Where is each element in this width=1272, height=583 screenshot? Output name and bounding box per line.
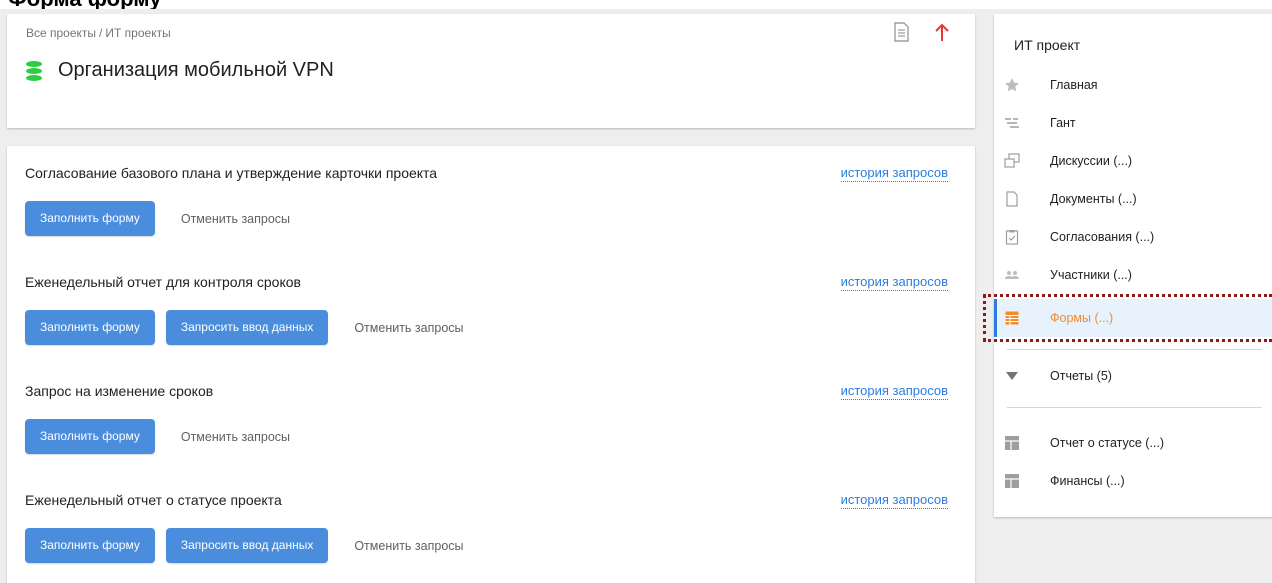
star-icon [1004, 77, 1020, 93]
sidebar-item-label: Отчеты (5) [1050, 369, 1112, 383]
history-link[interactable]: история запросов [840, 492, 948, 509]
sidebar-item-status-report[interactable]: Отчет о статусе (...) [994, 424, 1272, 462]
sidebar-item-approvals[interactable]: Согласования (...) [994, 218, 1272, 256]
breadcrumb-current[interactable]: ИТ проекты [105, 26, 170, 40]
project-header-card: Все проекты / ИТ проекты Организация мобил… [7, 14, 975, 128]
document-export-icon[interactable] [893, 22, 911, 42]
sidebar-title: ИТ проект [1014, 37, 1081, 53]
discussions-icon [1004, 153, 1020, 169]
sidebar-item-main[interactable]: Главная [994, 66, 1272, 104]
sidebar-item-label: Формы (...) [1050, 311, 1114, 325]
form-actions: Заполнить форму Запросить ввод данных От… [25, 528, 464, 563]
sidebar-item-finance[interactable]: Финансы (...) [994, 462, 1272, 500]
form-actions: Заполнить форму Запросить ввод данных От… [25, 310, 464, 345]
request-data-button[interactable]: Запросить ввод данных [165, 528, 329, 563]
form-title: Запрос на изменение сроков [25, 383, 214, 399]
sidebar-item-reports[interactable]: Отчеты (5) [994, 357, 1272, 395]
breadcrumb: Все проекты / ИТ проекты [26, 26, 171, 40]
people-icon [1004, 267, 1020, 283]
document-icon [1004, 191, 1020, 207]
sidebar-item-label: Главная [1050, 78, 1098, 92]
sidebar-divider [1007, 407, 1262, 408]
forms-list-card: Согласование базового плана и утверждени… [7, 146, 975, 583]
fill-form-button[interactable]: Заполнить форму [25, 201, 155, 236]
sidebar-item-label: Согласования (...) [1050, 230, 1155, 244]
project-sidebar: ИТ проект Главная Гант Дискуссии (...) Д… [994, 14, 1272, 517]
history-link[interactable]: история запросов [840, 383, 948, 400]
clipboard-check-icon [1004, 229, 1020, 245]
sidebar-item-label: Дискуссии (...) [1050, 154, 1133, 168]
cancel-requests-link[interactable]: Отменить запросы [181, 430, 290, 444]
form-icon [1004, 310, 1020, 326]
form-title: Еженедельный отчет о статусе проекта [25, 492, 282, 508]
fill-form-button[interactable]: Заполнить форму [25, 310, 155, 345]
page-title: Организация мобильной VPN [58, 59, 334, 81]
fill-form-button[interactable]: Заполнить форму [25, 419, 155, 454]
sidebar-item-label: Гант [1050, 116, 1076, 130]
top-cropped-text: Форма форму [0, 0, 1272, 9]
sidebar-item-documents[interactable]: Документы (...) [994, 180, 1272, 218]
triangle-down-icon[interactable] [1004, 368, 1020, 384]
form-title: Согласование базового плана и утверждени… [25, 165, 438, 181]
gantt-icon [1004, 115, 1020, 131]
sidebar-item-forms[interactable]: Формы (...) [994, 299, 1272, 337]
cancel-requests-link[interactable]: Отменить запросы [354, 321, 463, 335]
fill-form-button[interactable]: Заполнить форму [25, 528, 155, 563]
cancel-requests-link[interactable]: Отменить запросы [354, 539, 463, 553]
form-actions: Заполнить форму Отменить запросы [25, 201, 290, 236]
form-actions: Заполнить форму Отменить запросы [25, 419, 290, 454]
cancel-requests-link[interactable]: Отменить запросы [181, 212, 290, 226]
active-indicator [994, 299, 997, 337]
sidebar-item-label: Финансы (...) [1050, 474, 1125, 488]
breadcrumb-root[interactable]: Все проекты [26, 26, 96, 40]
sidebar-item-label: Отчет о статусе (...) [1050, 436, 1165, 450]
request-data-button[interactable]: Запросить ввод данных [165, 310, 329, 345]
arrow-up-icon[interactable] [934, 22, 950, 42]
sidebar-item-participants[interactable]: Участники (...) [994, 256, 1272, 294]
sidebar-item-gantt[interactable]: Гант [994, 104, 1272, 142]
sidebar-item-discussions[interactable]: Дискуссии (...) [994, 142, 1272, 180]
breadcrumb-separator: / [99, 26, 103, 40]
report-table-icon [1004, 435, 1020, 451]
project-title-row: Организация мобильной VPN [26, 59, 334, 82]
database-icon [26, 60, 42, 81]
sidebar-divider [1007, 349, 1262, 350]
history-link[interactable]: история запросов [840, 274, 948, 291]
history-link[interactable]: история запросов [840, 165, 948, 182]
sidebar-item-label: Документы (...) [1050, 192, 1137, 206]
form-title: Еженедельный отчет для контроля сроков [25, 274, 301, 290]
sidebar-item-label: Участники (...) [1050, 268, 1132, 282]
report-table-icon [1004, 473, 1020, 489]
